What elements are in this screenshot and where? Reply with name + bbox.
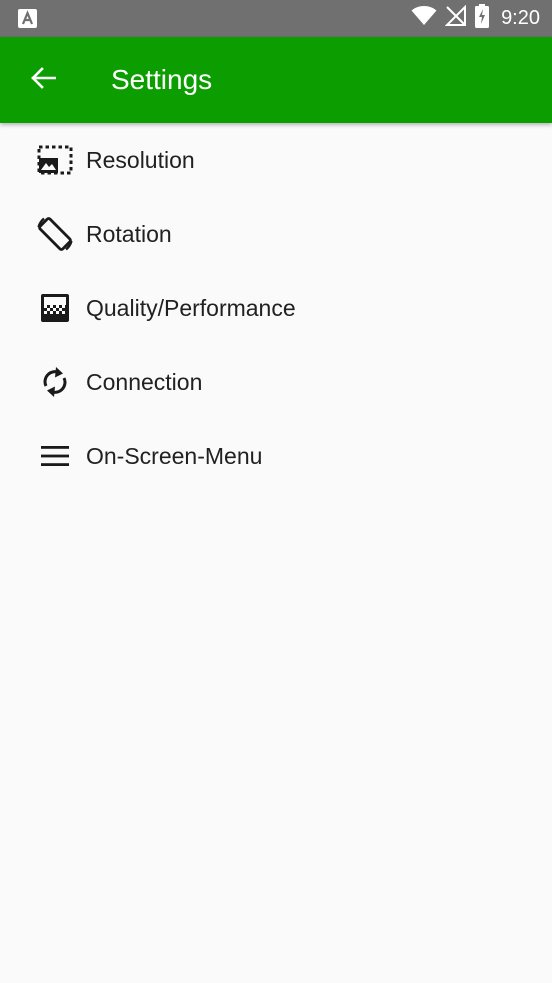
wifi-icon: [411, 6, 437, 31]
menu-icon: [36, 437, 74, 475]
settings-item-on-screen-menu[interactable]: On-Screen-Menu: [0, 419, 552, 493]
back-button[interactable]: [19, 56, 67, 104]
settings-item-quality-performance[interactable]: Quality/Performance: [0, 271, 552, 345]
settings-list: Resolution Rotation Quality/Performance …: [0, 123, 552, 493]
resolution-icon: [36, 141, 74, 179]
status-icons: 9:20: [411, 4, 540, 33]
quality-icon: [36, 289, 74, 327]
status-bar: 9:20: [0, 0, 552, 37]
settings-item-label: Connection: [86, 369, 203, 395]
status-time: 9:20: [501, 7, 540, 29]
settings-item-connection[interactable]: Connection: [0, 345, 552, 419]
settings-item-label: Quality/Performance: [86, 295, 296, 321]
arrow-back-icon: [30, 66, 57, 94]
settings-item-rotation[interactable]: Rotation: [0, 197, 552, 271]
no-signal-icon: [444, 4, 467, 32]
settings-item-label: On-Screen-Menu: [86, 443, 263, 469]
settings-item-resolution[interactable]: Resolution: [0, 123, 552, 197]
settings-item-label: Resolution: [86, 147, 195, 173]
page-title: Settings: [111, 64, 213, 95]
rotation-icon: [36, 215, 74, 253]
a-letter-notification-icon: [18, 9, 37, 28]
connection-sync-icon: [36, 363, 74, 401]
settings-item-label: Rotation: [86, 221, 172, 247]
app-bar: Settings: [0, 37, 552, 123]
battery-charging-icon: [475, 4, 490, 33]
